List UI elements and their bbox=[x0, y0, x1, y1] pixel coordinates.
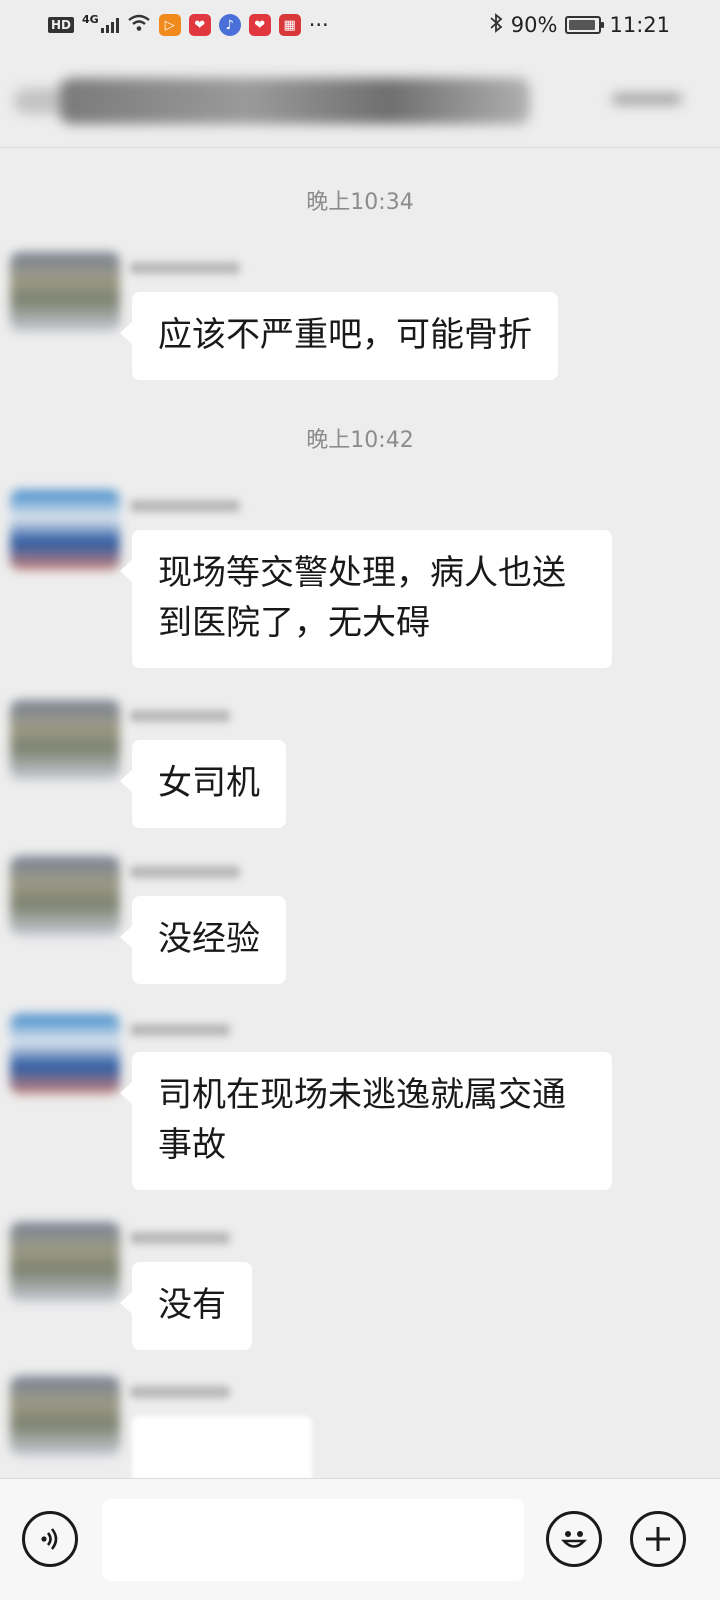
avatar[interactable] bbox=[10, 490, 120, 570]
sender-name-blurred bbox=[130, 1232, 230, 1244]
sender-name-blurred bbox=[130, 866, 240, 878]
calendar-app-icon: ▦ bbox=[278, 14, 301, 36]
battery-icon bbox=[565, 16, 605, 34]
avatar[interactable] bbox=[10, 700, 120, 780]
bluetooth-icon bbox=[489, 12, 503, 38]
status-right: 90% 11:21 bbox=[489, 12, 670, 38]
avatar[interactable] bbox=[10, 1014, 120, 1094]
avatar[interactable] bbox=[10, 856, 120, 936]
hd-indicator: HD bbox=[48, 17, 75, 33]
input-bar bbox=[0, 1478, 720, 1600]
sender-name-blurred bbox=[130, 500, 240, 512]
message-bubble[interactable]: 司机在现场未逃逸就属交通事故 bbox=[120, 1052, 612, 1190]
avatar[interactable] bbox=[10, 1222, 120, 1302]
message-bubble[interactable]: 没经验 bbox=[120, 896, 286, 984]
chat-title-blurred bbox=[60, 78, 530, 124]
clock: 11:21 bbox=[609, 13, 670, 37]
signal-icon bbox=[100, 17, 119, 33]
heart-app-icon: ❤ bbox=[248, 14, 271, 36]
battery-percent: 90% bbox=[510, 13, 558, 37]
message-bubble-partial[interactable] bbox=[132, 1416, 312, 1478]
voice-icon[interactable] bbox=[22, 1511, 78, 1567]
sender-name-blurred bbox=[130, 262, 240, 274]
sender-name-blurred bbox=[130, 1024, 230, 1036]
timestamp: 晚上10:34 bbox=[306, 190, 414, 215]
message-bubble[interactable]: 现场等交警处理，病人也送到医院了，无大碍 bbox=[120, 530, 612, 668]
message-input[interactable] bbox=[102, 1499, 524, 1581]
timestamp: 晚上10:42 bbox=[306, 428, 414, 453]
status-left: HD 4G ▷ ❤ ♪ ❤ ▦ ··· bbox=[48, 13, 329, 37]
message-bubble[interactable]: 没有 bbox=[120, 1262, 252, 1350]
wifi-icon bbox=[127, 13, 151, 37]
heart-app-icon: ❤ bbox=[188, 14, 211, 36]
sender-name-blurred bbox=[130, 710, 230, 722]
status-bar: HD 4G ▷ ❤ ♪ ❤ ▦ ··· 90% 11:21 bbox=[0, 0, 720, 50]
battery-level bbox=[569, 20, 595, 30]
music-app-icon: ♪ bbox=[218, 14, 241, 36]
avatar[interactable] bbox=[10, 1376, 120, 1456]
plus-icon[interactable] bbox=[630, 1511, 686, 1567]
avatar[interactable] bbox=[10, 252, 120, 332]
video-app-icon: ▷ bbox=[158, 14, 181, 36]
more-notifications: ··· bbox=[308, 13, 329, 37]
emoji-icon[interactable] bbox=[546, 1511, 602, 1567]
message-bubble[interactable]: 应该不严重吧，可能骨折 bbox=[120, 292, 558, 380]
network-type: 4G bbox=[82, 12, 99, 26]
chat-message-list[interactable]: 晚上10:34 应该不严重吧，可能骨折晚上10:42 现场等交警处理，病人也送到医院… bbox=[0, 148, 720, 1478]
more-options-icon[interactable] bbox=[612, 94, 682, 104]
sender-name-blurred bbox=[130, 1386, 230, 1398]
nav-bar bbox=[0, 50, 720, 148]
message-bubble[interactable]: 女司机 bbox=[120, 740, 286, 828]
